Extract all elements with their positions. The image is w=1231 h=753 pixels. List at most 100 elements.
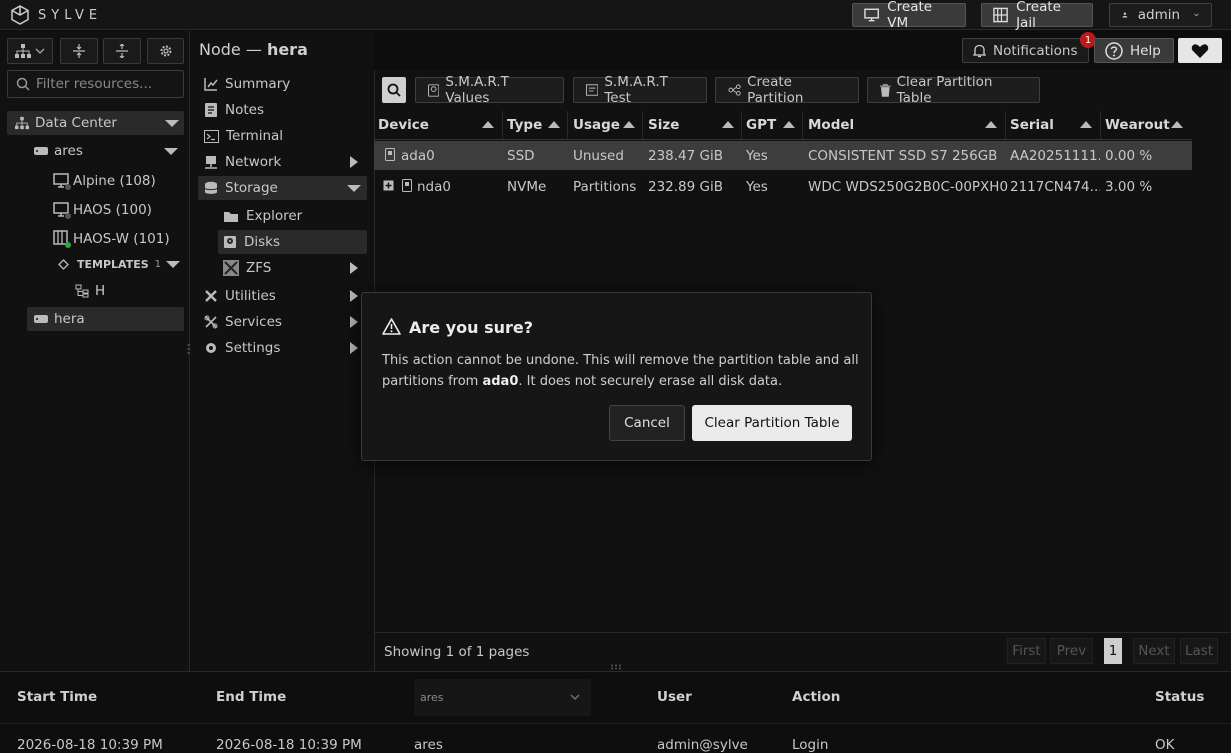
nav-label: Utilities (225, 288, 276, 304)
zfs-icon (223, 260, 239, 276)
gear-icon (160, 45, 171, 57)
dialog-message: This action cannot be undone. This will … (382, 350, 862, 392)
column-header-start-time[interactable]: Start Time (17, 689, 97, 705)
pager-first-button[interactable]: First (1007, 638, 1046, 664)
column-header-user[interactable]: User (657, 689, 692, 705)
tree-item-haos-w[interactable]: HAOS-W (101) (53, 227, 170, 251)
test-icon (586, 84, 599, 96)
sort-asc-icon (783, 121, 795, 128)
message-text: partitions from (382, 374, 483, 389)
divider (0, 723, 1231, 724)
expand-icon (73, 44, 85, 58)
column-header-size[interactable]: Size (643, 111, 742, 139)
server-icon (34, 147, 48, 155)
nav-item-terminal[interactable]: Terminal (204, 124, 283, 148)
tree-label: Data Center (35, 115, 117, 131)
pager-last-button[interactable]: Last (1180, 638, 1218, 664)
clear-partition-table-button[interactable]: Clear Partition Table (867, 74, 1040, 106)
node-name: hera (266, 40, 308, 59)
nav-item-utilities[interactable]: Utilities (204, 284, 364, 308)
notifications-label: Notifications (993, 42, 1078, 59)
nav-item-network[interactable]: Network (204, 150, 364, 174)
tree-item-hera[interactable]: hera (27, 307, 184, 331)
nav-item-settings[interactable]: Settings (204, 336, 364, 360)
disk-icon (224, 236, 236, 248)
column-header-type[interactable]: Type (503, 111, 568, 139)
cell-wearout: 0.00 % (1105, 148, 1153, 164)
tree-item-templates[interactable]: TEMPLATES 1 (58, 252, 184, 276)
smart-values-button[interactable]: S.M.A.R.T Values (415, 74, 564, 106)
logo: SYLVE (10, 5, 102, 25)
tree-label: hera (54, 311, 85, 327)
tree-settings-button[interactable] (147, 38, 184, 64)
create-partition-button[interactable]: Create Partition (715, 74, 859, 106)
nav-label: Explorer (246, 208, 303, 224)
logo-text: SYLVE (38, 7, 103, 23)
donate-button[interactable] (1178, 38, 1222, 63)
sitemap-icon (15, 44, 31, 58)
column-header-usage[interactable]: Usage (568, 111, 643, 139)
audit-log-panel (0, 671, 1231, 751)
cell-model: CONSISTENT SSD S7 256GB (808, 148, 998, 164)
filter-resources-input[interactable]: Filter resources... (7, 70, 184, 98)
layers-icon (58, 258, 69, 270)
nav-item-explorer[interactable]: Explorer (223, 204, 302, 228)
notifications-button[interactable]: Notifications (962, 38, 1089, 63)
column-header-wearout[interactable]: Wearout (1101, 111, 1192, 139)
collapse-all-button[interactable] (103, 38, 141, 64)
column-header-action[interactable]: Action (792, 689, 840, 705)
gear-icon (206, 343, 216, 353)
column-header-model[interactable]: Model (803, 111, 1006, 139)
sort-asc-icon (985, 121, 997, 128)
collapse-icon (116, 44, 128, 58)
nav-label: ZFS (246, 260, 272, 276)
nav-item-notes[interactable]: Notes (204, 98, 264, 122)
help-button[interactable]: Help (1094, 38, 1174, 63)
user-name: admin (1137, 7, 1181, 23)
sort-asc-icon (722, 121, 734, 128)
column-header-serial[interactable]: Serial (1006, 111, 1101, 139)
top-bar: SYLVE Create VM Create Jail admin (0, 0, 1231, 31)
nav-item-zfs[interactable]: ZFS (223, 256, 364, 280)
tree-item-haos[interactable]: HAOS (100) (53, 198, 152, 222)
column-header-device[interactable]: Device (374, 111, 503, 139)
view-select-button[interactable] (7, 38, 53, 64)
user-menu[interactable]: admin (1109, 3, 1212, 27)
pager-prev-button[interactable]: Prev (1050, 638, 1093, 664)
search-icon (387, 83, 401, 97)
cell-size: 238.47 GiB (648, 148, 724, 164)
node-filter-select[interactable]: ares (414, 679, 591, 716)
divider (374, 632, 1231, 633)
create-vm-button[interactable]: Create VM (852, 0, 966, 31)
nav-item-summary[interactable]: Summary (204, 72, 290, 96)
nav-item-services[interactable]: Services (204, 310, 364, 334)
cell-usage: Partitions (573, 179, 637, 195)
nav-item-storage[interactable]: Storage (198, 176, 367, 200)
caret-down-icon (164, 148, 178, 155)
tree-item-h[interactable]: H (75, 279, 105, 303)
expand-all-button[interactable] (60, 38, 98, 64)
partition-icon (728, 84, 741, 96)
column-header-status[interactable]: Status (1155, 689, 1204, 705)
column-label: Wearout (1105, 117, 1170, 133)
nav-item-disks[interactable]: Disks (218, 230, 367, 254)
column-header-gpt[interactable]: GPT (742, 111, 803, 139)
cell-type: NVMe (507, 179, 547, 195)
smart-test-label: S.M.A.R.T Test (604, 74, 668, 106)
bottom-resize-handle[interactable] (610, 664, 622, 670)
cancel-button[interactable]: Cancel (609, 405, 685, 441)
column-header-end-time[interactable]: End Time (216, 689, 286, 705)
tree-item-data-center[interactable]: Data Center (7, 111, 184, 135)
create-jail-button[interactable]: Create Jail (981, 0, 1093, 31)
search-button[interactable] (382, 77, 406, 103)
tree-item-ares[interactable]: ares (34, 139, 184, 163)
disk-icon (385, 148, 395, 161)
monitor-icon (864, 8, 880, 22)
smart-test-button[interactable]: S.M.A.R.T Test (573, 74, 707, 106)
pager-current-page[interactable]: 1 (1104, 638, 1122, 664)
caret-right-icon (350, 342, 358, 354)
pager-next-button[interactable]: Next (1133, 638, 1175, 664)
tree-item-alpine[interactable]: Alpine (108) (53, 169, 156, 193)
caret-right-icon (350, 290, 358, 302)
confirm-clear-partition-table-button[interactable]: Clear Partition Table (692, 405, 852, 441)
